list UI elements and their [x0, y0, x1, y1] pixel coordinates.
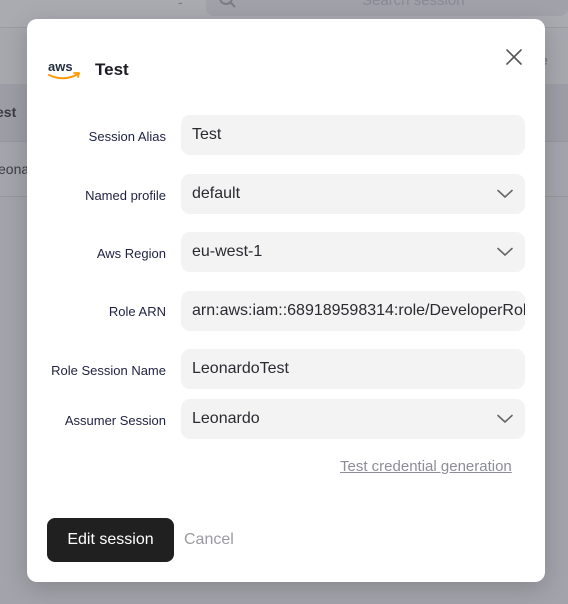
role-arn-value: arn:aws:iam::689189598314:role/Developer…: [192, 302, 525, 319]
background-search-placeholder: Search session: [362, 0, 465, 9]
named-profile-label: Named profile: [85, 188, 166, 203]
role-arn-label: Role ARN: [108, 304, 166, 319]
modal-header: aws Test: [47, 57, 129, 83]
search-icon: [219, 0, 236, 8]
named-profile-select[interactable]: default: [181, 174, 525, 214]
aws-region-label: Aws Region: [96, 246, 166, 261]
assumer-session-label: Assumer Session: [64, 413, 166, 428]
chevron-down-icon: [497, 189, 513, 198]
aws-region-value: eu-west-1: [192, 243, 263, 260]
background-dash: -: [178, 0, 183, 10]
role-session-name-input[interactable]: LeonardoTest: [181, 349, 525, 389]
test-credential-generation-link[interactable]: Test credential generation: [340, 458, 512, 475]
aws-region-select[interactable]: eu-west-1: [181, 232, 525, 272]
background-column-header-label: est: [0, 104, 17, 120]
role-arn-input[interactable]: arn:aws:iam::689189598314:role/Developer…: [181, 291, 525, 331]
aws-logo-icon: aws: [48, 59, 80, 80]
session-alias-label: Session Alias: [88, 129, 166, 144]
modal-title: Test: [95, 60, 129, 79]
session-alias-input[interactable]: Test: [181, 115, 525, 155]
svg-text:aws: aws: [48, 59, 73, 74]
close-icon[interactable]: [504, 47, 524, 67]
cancel-button[interactable]: Cancel: [184, 531, 234, 549]
assumer-session-value: Leonardo: [192, 410, 260, 427]
edit-session-button[interactable]: Edit session: [47, 518, 174, 562]
named-profile-value: default: [192, 185, 241, 202]
role-session-name-label: Role Session Name: [51, 363, 166, 378]
chevron-down-icon: [497, 414, 513, 423]
edit-session-modal: aws Test Session Alias Test Named profil…: [27, 19, 545, 582]
chevron-down-icon: [497, 247, 513, 256]
session-alias-value: Test: [192, 126, 222, 143]
assumer-session-select[interactable]: Leonardo: [181, 399, 525, 439]
role-session-name-value: LeonardoTest: [192, 360, 289, 377]
